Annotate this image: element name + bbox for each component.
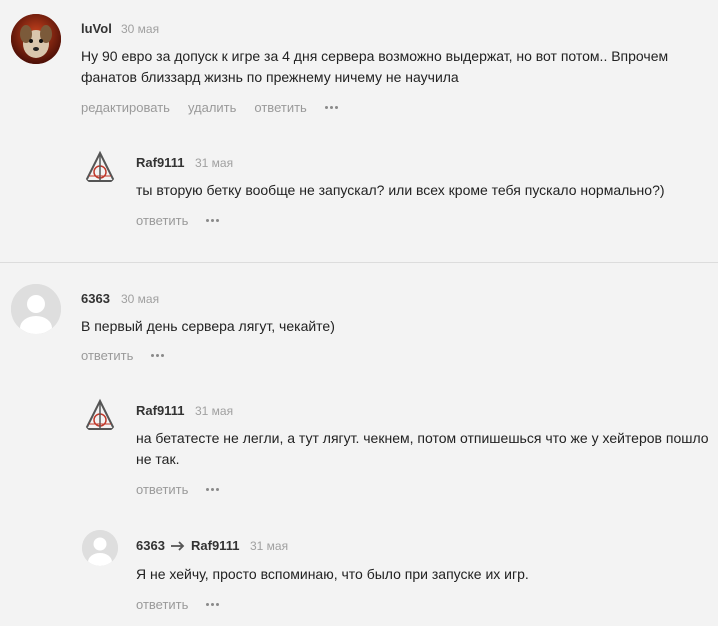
comment-author[interactable]: 6363 <box>81 291 110 306</box>
comment-text: ты вторую бетку вообще не запускал? или … <box>136 182 665 198</box>
avatar-luvol[interactable] <box>11 14 61 64</box>
dog-avatar-image <box>11 14 61 64</box>
more-options-icon[interactable] <box>206 600 220 610</box>
comment-date[interactable]: 31 мая <box>195 156 233 170</box>
comment-actions: ответить <box>136 213 220 228</box>
comment-actions: ответить <box>136 482 220 497</box>
comment-author[interactable]: Raf9111 <box>136 155 184 170</box>
comment-date[interactable]: 30 мая <box>121 22 159 36</box>
deathly-hallows-icon <box>84 150 116 182</box>
delete-button[interactable]: удалить <box>188 100 236 115</box>
comment-date[interactable]: 31 мая <box>195 404 233 418</box>
edit-button[interactable]: редактировать <box>81 100 170 115</box>
reply-button[interactable]: ответить <box>136 597 188 612</box>
avatar-6363[interactable] <box>82 530 118 566</box>
more-options-icon[interactable] <box>151 351 165 361</box>
reply-button[interactable]: ответить <box>136 213 188 228</box>
reply-button[interactable]: ответить <box>136 482 188 497</box>
avatar-raf9111[interactable] <box>82 150 118 186</box>
avatar-raf9111[interactable] <box>82 398 118 434</box>
comment-author[interactable]: Raf9111 <box>136 403 184 418</box>
comment-text: Я не хейчу, просто вспоминаю, что было п… <box>136 566 529 582</box>
default-user-icon <box>82 530 118 566</box>
avatar-6363[interactable] <box>11 284 61 334</box>
reply-to-author[interactable]: Raf9111 <box>191 538 239 553</box>
deathly-hallows-icon <box>84 398 116 430</box>
comment-author[interactable]: 6363 <box>136 538 165 553</box>
comment-text: Ну 90 евро за допуск к игре за 4 дня сер… <box>81 48 669 85</box>
comment-date[interactable]: 31 мая <box>250 539 288 553</box>
comment-text: на бетатесте не легли, а тут лягут. чекн… <box>136 430 709 467</box>
comment-text: В первый день сервера лягут, чекайте) <box>81 318 335 334</box>
more-options-icon[interactable] <box>206 216 220 226</box>
reply-button[interactable]: ответить <box>81 348 133 363</box>
more-options-icon[interactable] <box>206 485 220 495</box>
thread-divider <box>0 262 718 263</box>
more-options-icon[interactable] <box>324 103 338 113</box>
comment-actions: редактировать удалить ответить <box>81 100 338 115</box>
default-user-icon <box>11 284 61 334</box>
comment-date[interactable]: 30 мая <box>121 292 159 306</box>
comment-actions: ответить <box>136 597 220 612</box>
reply-button[interactable]: ответить <box>254 100 306 115</box>
comment-actions: ответить <box>81 348 165 363</box>
reply-arrow-icon <box>171 541 185 551</box>
comment-author[interactable]: luVol <box>81 21 112 36</box>
